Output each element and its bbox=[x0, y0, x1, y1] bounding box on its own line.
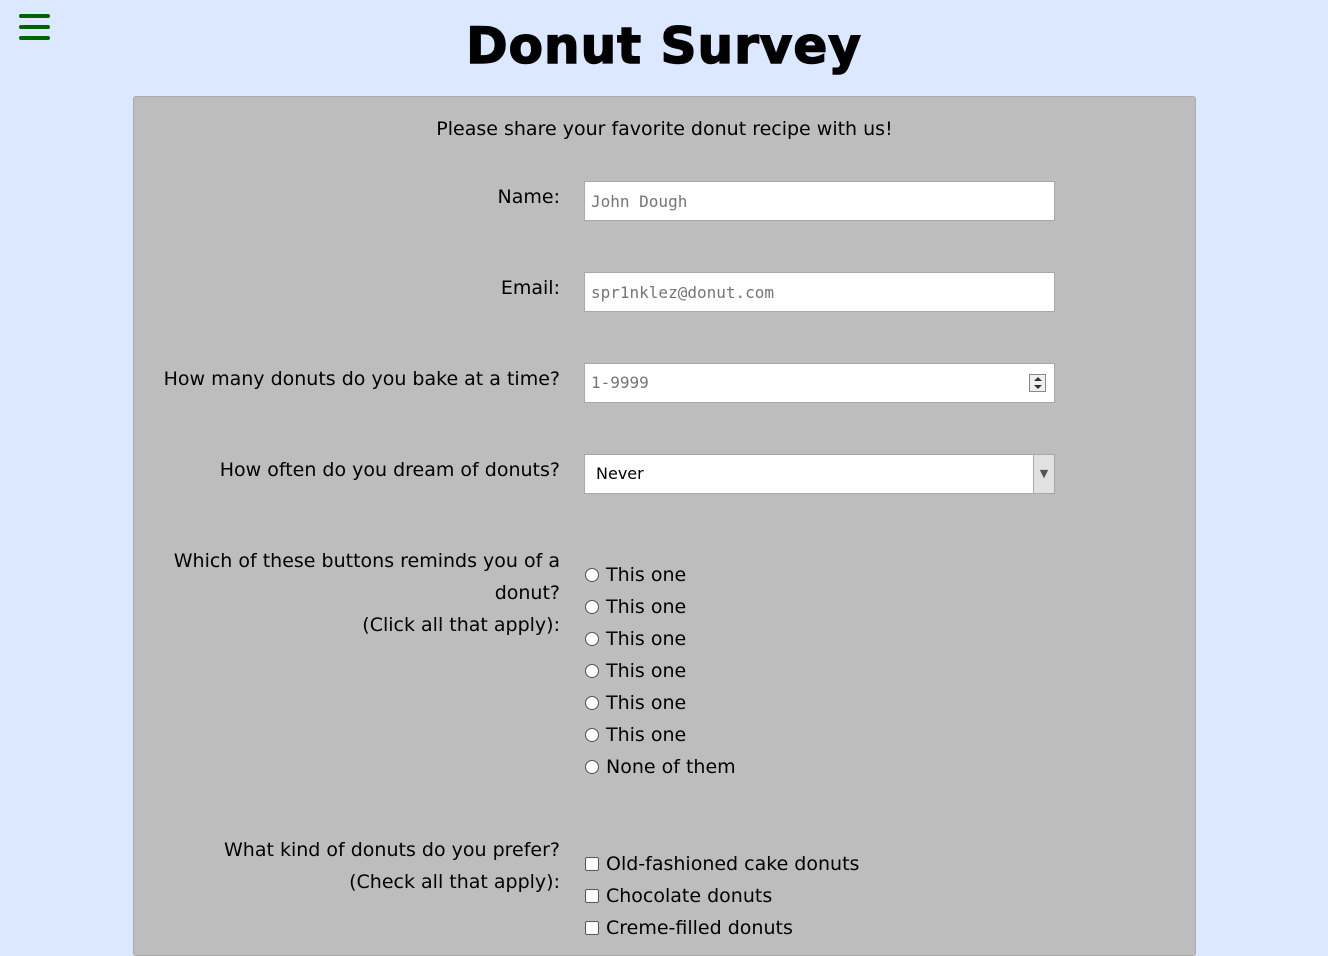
radio-label: None of them bbox=[606, 756, 736, 778]
radio-button[interactable] bbox=[585, 568, 599, 582]
radio-label: This one bbox=[606, 564, 687, 586]
donut-kinds-label-line2: (Check all that apply): bbox=[349, 871, 560, 893]
radio-label: This one bbox=[606, 724, 687, 746]
donut-buttons-label-line3: (Click all that apply): bbox=[362, 614, 560, 636]
checkbox-option[interactable]: Chocolate donuts bbox=[584, 880, 859, 912]
dream-label: How often do you dream of donuts? bbox=[219, 459, 560, 481]
radio-label: This one bbox=[606, 596, 687, 618]
checkbox-label: Chocolate donuts bbox=[606, 885, 773, 907]
radio-label: This one bbox=[606, 628, 687, 650]
donut-buttons-label-line2: donut? bbox=[494, 582, 560, 604]
checkbox-label: Old-fashioned cake donuts bbox=[606, 853, 860, 875]
donut-kinds-label: What kind of donuts do you prefer? (Chec… bbox=[160, 834, 560, 898]
radio-option[interactable]: This one bbox=[584, 687, 736, 719]
count-placeholder: 1-9999 bbox=[591, 373, 649, 392]
dream-selected-value: Never bbox=[596, 464, 644, 483]
checkbox-option[interactable]: Creme-filled donuts bbox=[584, 912, 859, 944]
email-input[interactable] bbox=[584, 272, 1055, 312]
radio-button[interactable] bbox=[585, 760, 599, 774]
checkbox[interactable] bbox=[585, 921, 599, 935]
radio-button[interactable] bbox=[585, 632, 599, 646]
radio-option[interactable]: This one bbox=[584, 719, 736, 751]
checkbox[interactable] bbox=[585, 889, 599, 903]
dream-frequency-select[interactable]: Never ▼ bbox=[584, 454, 1055, 494]
name-input[interactable] bbox=[584, 181, 1055, 221]
checkbox-option[interactable]: Old-fashioned cake donuts bbox=[584, 848, 859, 880]
donut-buttons-options: This one This one This one This one This… bbox=[584, 559, 736, 783]
radio-option[interactable]: This one bbox=[584, 559, 736, 591]
count-number-input[interactable]: 1-9999 bbox=[584, 363, 1055, 403]
form-intro: Please share your favorite donut recipe … bbox=[436, 118, 893, 140]
donut-buttons-label: Which of these buttons reminds you of a … bbox=[160, 545, 560, 641]
name-label: Name: bbox=[497, 186, 560, 208]
radio-option-none[interactable]: None of them bbox=[584, 751, 736, 783]
checkbox[interactable] bbox=[585, 857, 599, 871]
donut-kinds-label-line1: What kind of donuts do you prefer? bbox=[224, 839, 560, 861]
radio-option[interactable]: This one bbox=[584, 623, 736, 655]
chevron-down-icon[interactable]: ▼ bbox=[1033, 455, 1054, 493]
page-title: Donut Survey bbox=[465, 16, 862, 76]
radio-button[interactable] bbox=[585, 696, 599, 710]
radio-button[interactable] bbox=[585, 728, 599, 742]
radio-label: This one bbox=[606, 692, 687, 714]
donut-buttons-label-line1: Which of these buttons reminds you of a bbox=[173, 550, 560, 572]
survey-form: Please share your favorite donut recipe … bbox=[133, 96, 1196, 956]
radio-label: This one bbox=[606, 660, 687, 682]
radio-option[interactable]: This one bbox=[584, 655, 736, 687]
donut-kinds-options: Old-fashioned cake donuts Chocolate donu… bbox=[584, 848, 859, 944]
count-label: How many donuts do you bake at a time? bbox=[163, 368, 560, 390]
radio-option[interactable]: This one bbox=[584, 591, 736, 623]
radio-button[interactable] bbox=[585, 600, 599, 614]
radio-button[interactable] bbox=[585, 664, 599, 678]
email-label: Email: bbox=[500, 277, 560, 299]
number-stepper-icon[interactable] bbox=[1029, 374, 1046, 392]
